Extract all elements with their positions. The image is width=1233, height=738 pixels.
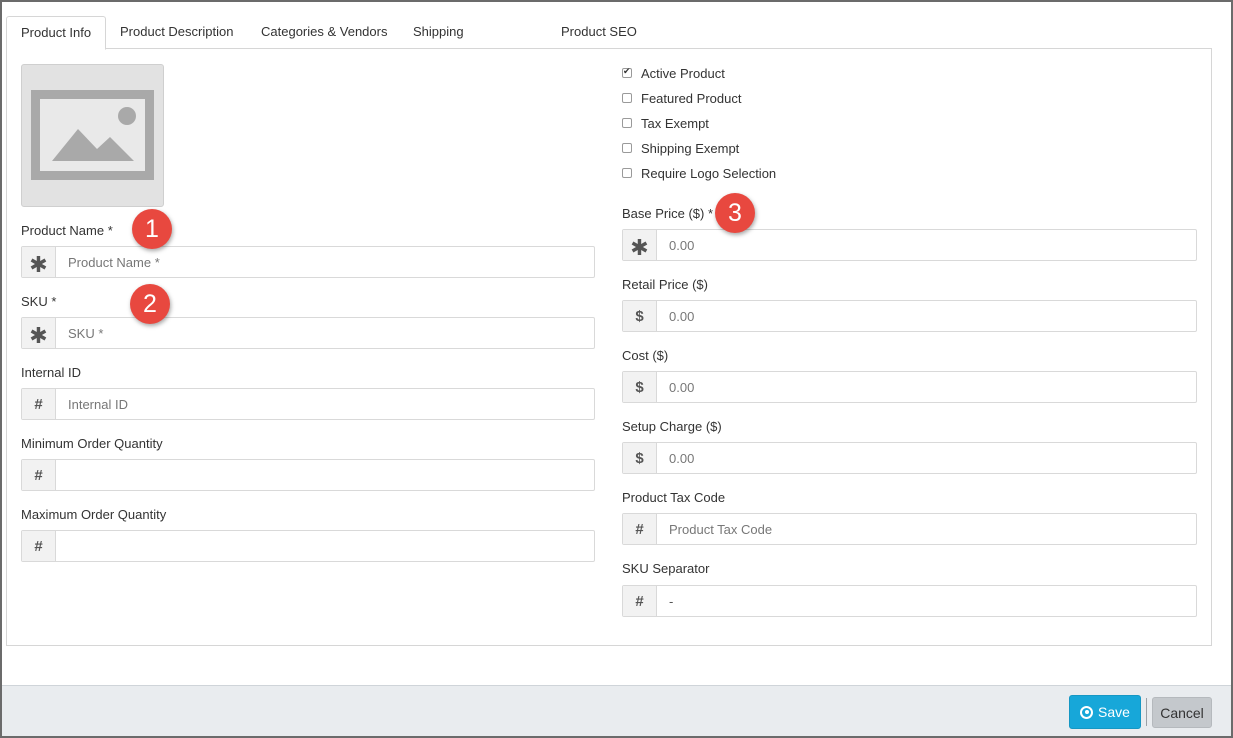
- sku-group: ✱: [21, 317, 595, 349]
- hash-icon: #: [22, 460, 56, 490]
- cost-group: $: [622, 371, 1197, 403]
- sku-separator-input[interactable]: [657, 586, 1196, 616]
- asterisk-icon: ✱: [623, 230, 657, 260]
- min-order-qty-group: #: [21, 459, 595, 491]
- internal-id-input[interactable]: [56, 389, 594, 419]
- min-order-qty-label: Minimum Order Quantity: [21, 436, 163, 451]
- annotation-badge-3: 3: [715, 193, 755, 233]
- cost-input[interactable]: [657, 372, 1196, 402]
- tab-product-description[interactable]: Product Description: [106, 16, 247, 49]
- product-name-input[interactable]: [56, 247, 594, 277]
- checkbox-icon[interactable]: [622, 168, 632, 178]
- tab-bar: Product Info Product Description Categor…: [6, 16, 1212, 50]
- save-button-label: Save: [1098, 704, 1130, 720]
- max-order-qty-input[interactable]: [56, 531, 594, 561]
- shipping-exempt-checkbox[interactable]: Shipping Exempt: [622, 140, 739, 156]
- cost-label: Cost ($): [622, 348, 669, 363]
- setup-charge-group: $: [622, 442, 1197, 474]
- checkbox-label: Featured Product: [641, 90, 742, 106]
- save-button[interactable]: Save: [1069, 695, 1141, 729]
- setup-charge-input[interactable]: [657, 443, 1196, 473]
- hash-icon: #: [623, 586, 657, 616]
- product-tax-code-group: #: [622, 513, 1197, 545]
- checkbox-label: Shipping Exempt: [641, 140, 740, 156]
- tab-categories-vendors[interactable]: Categories & Vendors: [247, 16, 401, 49]
- hash-icon: #: [623, 514, 657, 544]
- image-placeholder-icon: [31, 90, 154, 180]
- checkbox-checked-icon[interactable]: [622, 66, 632, 78]
- dollar-icon: $: [623, 372, 657, 402]
- require-logo-selection-checkbox[interactable]: Require Logo Selection: [622, 165, 776, 181]
- sku-separator-group: #: [622, 585, 1197, 617]
- product-tax-code-label: Product Tax Code: [622, 490, 726, 505]
- internal-id-label: Internal ID: [21, 365, 81, 380]
- tab-product-info[interactable]: Product Info: [6, 16, 107, 50]
- retail-price-input[interactable]: [657, 301, 1196, 331]
- checkbox-label: Require Logo Selection: [641, 165, 777, 181]
- checkbox-label: Tax Exempt: [641, 115, 709, 131]
- hash-icon: #: [22, 389, 56, 419]
- tab-product-seo[interactable]: Product SEO: [547, 16, 651, 49]
- tab-shipping[interactable]: Shipping: [399, 16, 478, 49]
- asterisk-icon: ✱: [22, 247, 56, 277]
- featured-product-checkbox[interactable]: Featured Product: [622, 90, 741, 106]
- product-name-group: ✱: [21, 246, 595, 278]
- product-image-upload[interactable]: [21, 64, 164, 207]
- button-separator: [1146, 698, 1147, 726]
- annotation-badge-1: 1: [132, 209, 172, 249]
- footer-bar: [2, 685, 1231, 736]
- asterisk-icon: ✱: [22, 318, 56, 348]
- setup-charge-label: Setup Charge ($): [622, 419, 722, 434]
- retail-price-group: $: [622, 300, 1197, 332]
- annotation-badge-2: 2: [130, 284, 170, 324]
- product-tax-code-input[interactable]: [657, 514, 1196, 544]
- base-price-label: Base Price ($) *: [622, 206, 714, 221]
- max-order-qty-label: Maximum Order Quantity: [21, 507, 167, 522]
- hash-icon: #: [22, 531, 56, 561]
- product-name-label: Product Name *: [21, 223, 113, 238]
- checkbox-icon[interactable]: [622, 93, 632, 103]
- dot-circle-icon: [1080, 705, 1094, 719]
- retail-price-label: Retail Price ($): [622, 277, 708, 292]
- checkbox-label: Active Product: [641, 65, 725, 81]
- active-product-checkbox[interactable]: Active Product: [622, 65, 725, 81]
- base-price-input[interactable]: [657, 230, 1196, 260]
- cancel-button[interactable]: Cancel: [1152, 697, 1212, 728]
- checkbox-icon[interactable]: [622, 143, 632, 153]
- tax-exempt-checkbox[interactable]: Tax Exempt: [622, 115, 709, 131]
- sku-label: SKU *: [21, 294, 57, 309]
- dollar-icon: $: [623, 443, 657, 473]
- checkbox-icon[interactable]: [622, 118, 632, 128]
- max-order-qty-group: #: [21, 530, 595, 562]
- dollar-icon: $: [623, 301, 657, 331]
- sku-input[interactable]: [56, 318, 594, 348]
- cancel-button-label: Cancel: [1160, 704, 1204, 721]
- base-price-group: ✱: [622, 229, 1197, 261]
- internal-id-group: #: [21, 388, 595, 420]
- min-order-qty-input[interactable]: [56, 460, 594, 490]
- sku-separator-label: SKU Separator: [622, 561, 710, 576]
